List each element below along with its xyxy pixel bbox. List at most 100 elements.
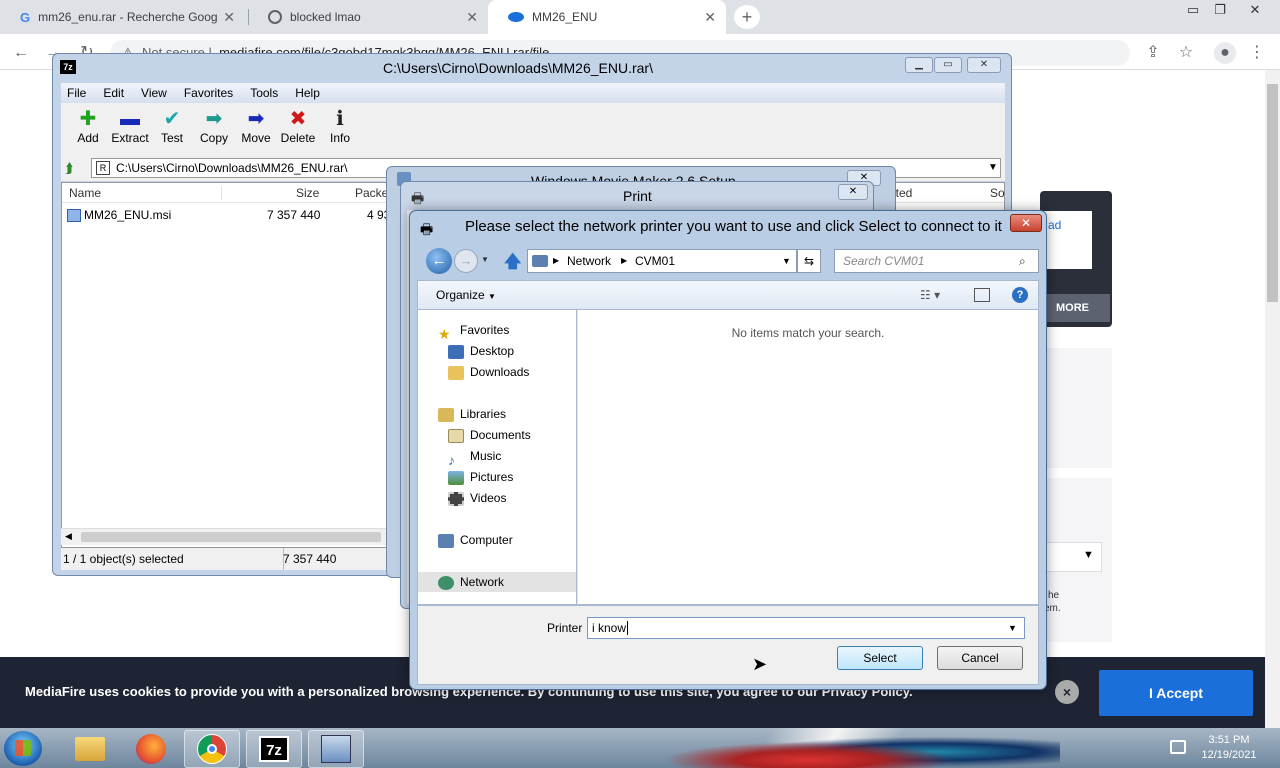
chrome-close-button[interactable]: ✕ bbox=[1238, 0, 1272, 22]
add-button[interactable]: ✚ Add bbox=[67, 103, 109, 155]
test-button[interactable]: ✔ Test bbox=[151, 103, 193, 155]
breadcrumb-cvm01[interactable]: CVM01 bbox=[635, 250, 675, 272]
forward-button[interactable]: → bbox=[454, 249, 478, 273]
cancel-button[interactable]: Cancel bbox=[937, 646, 1023, 670]
close-tab-icon[interactable]: ✕ bbox=[223, 9, 235, 26]
close-button[interactable]: ✕ bbox=[838, 184, 868, 200]
nav-label: Favorites bbox=[460, 323, 510, 337]
close-tab-icon[interactable]: ✕ bbox=[466, 9, 478, 26]
language-select[interactable]: ▼ bbox=[1046, 542, 1102, 572]
organize-button[interactable]: Organize ▼ bbox=[436, 281, 496, 311]
page-scrollbar-thumb[interactable] bbox=[1267, 84, 1278, 302]
menu-tools[interactable]: Tools bbox=[250, 86, 278, 100]
search-input[interactable]: Search CVM01 ⌕ bbox=[834, 249, 1039, 273]
maximize-button[interactable]: ▭ bbox=[934, 57, 962, 73]
clock-time: 3:51 PM bbox=[1208, 734, 1250, 746]
archive-icon: R bbox=[96, 161, 110, 175]
scroll-thumb[interactable] bbox=[81, 532, 381, 542]
help-icon[interactable]: ? bbox=[1012, 287, 1028, 303]
refresh-button[interactable]: ⇆ bbox=[797, 249, 821, 273]
menu-help[interactable]: Help bbox=[295, 86, 320, 100]
taskbar-7zip[interactable]: 7z bbox=[246, 730, 302, 768]
tab-blocked[interactable]: blocked lmao ✕ bbox=[248, 0, 488, 34]
menu-view[interactable]: View bbox=[141, 86, 167, 100]
chevron-down-icon: ▼ bbox=[1083, 549, 1094, 561]
menu-file[interactable]: File bbox=[67, 86, 86, 100]
preview-pane-icon[interactable] bbox=[974, 288, 990, 302]
nav-label: Downloads bbox=[470, 365, 530, 379]
tab-google-search[interactable]: G mm26_enu.rar - Recherche Goog ✕ bbox=[0, 0, 245, 34]
view-options-icon[interactable]: ☷ ▾ bbox=[920, 281, 940, 309]
menu-edit[interactable]: Edit bbox=[103, 86, 124, 100]
cookie-close-button[interactable]: × bbox=[1055, 680, 1079, 704]
copy-button[interactable]: ➡ Copy bbox=[193, 103, 235, 155]
nav-label: Music bbox=[470, 449, 502, 463]
music-note-icon: ♪ bbox=[448, 451, 455, 468]
share-icon[interactable]: ⇪ bbox=[1142, 42, 1164, 64]
nav-desktop[interactable]: Desktop bbox=[418, 341, 576, 361]
new-tab-button[interactable]: + bbox=[734, 5, 760, 29]
network-tray-icon[interactable] bbox=[1170, 740, 1186, 754]
close-button[interactable]: ✕ bbox=[1010, 214, 1042, 232]
back-button[interactable]: ← bbox=[426, 248, 452, 274]
select-button[interactable]: Select bbox=[837, 646, 923, 670]
nav-computer[interactable]: Computer bbox=[418, 530, 576, 550]
chevron-down-icon[interactable]: ▼ bbox=[1008, 618, 1017, 638]
side-link[interactable]: ad bbox=[1048, 218, 1061, 232]
breadcrumb-network[interactable]: Network bbox=[567, 250, 611, 272]
network-globe-icon bbox=[438, 575, 454, 590]
menu-favorites[interactable]: Favorites bbox=[184, 86, 233, 100]
close-button[interactable]: ✕ bbox=[967, 57, 1001, 73]
nav-favorites[interactable]: ★ Favorites bbox=[418, 320, 576, 342]
nav-pictures[interactable]: Pictures bbox=[418, 467, 576, 487]
move-button[interactable]: ➡ Move bbox=[235, 103, 277, 155]
more-button[interactable]: MORE bbox=[1040, 294, 1110, 322]
recent-pages-icon[interactable]: ▼ bbox=[481, 255, 489, 264]
taskbar-explorer[interactable] bbox=[62, 730, 118, 768]
system-clock[interactable]: 3:51 PM 12/19/2021 bbox=[1196, 733, 1262, 763]
bookmark-star-icon[interactable]: ☆ bbox=[1175, 42, 1197, 64]
taskbar-setup[interactable] bbox=[308, 730, 364, 768]
chevron-down-icon[interactable]: ▼ bbox=[782, 250, 791, 272]
breadcrumb[interactable]: ▶ Network ▶ CVM01 ▼ bbox=[527, 249, 797, 273]
taskbar-firefox[interactable] bbox=[123, 730, 179, 768]
nav-label: Pictures bbox=[470, 470, 514, 484]
table-row[interactable]: MM26_ENU.msi bbox=[67, 207, 171, 223]
minimize-button[interactable]: ▁ bbox=[905, 57, 933, 73]
chrome-menu-icon[interactable]: ⋮ bbox=[1246, 42, 1268, 64]
nav-libraries[interactable]: Libraries bbox=[418, 404, 576, 424]
printer-input[interactable]: i know ▼ bbox=[587, 617, 1025, 639]
dialog-title: Please select the network printer you wa… bbox=[465, 218, 1002, 235]
back-arrow-icon[interactable]: ← bbox=[10, 42, 32, 64]
horizontal-scrollbar[interactable]: ◀ bbox=[61, 528, 391, 545]
start-button[interactable] bbox=[4, 731, 42, 766]
nav-downloads[interactable]: Downloads bbox=[418, 362, 576, 382]
col-name[interactable]: Name bbox=[69, 184, 101, 202]
col-divider bbox=[221, 186, 222, 200]
col-size[interactable]: Size bbox=[296, 184, 319, 202]
nav-music[interactable]: ♪ Music bbox=[418, 446, 576, 468]
scroll-left-icon[interactable]: ◀ bbox=[65, 531, 72, 542]
folder-up-icon[interactable]: ⮭ bbox=[65, 160, 73, 177]
side-content-box bbox=[1040, 348, 1112, 468]
close-tab-icon[interactable]: ✕ bbox=[704, 9, 716, 26]
delete-button[interactable]: ✖ Delete bbox=[277, 103, 319, 155]
tab-mediafire[interactable]: MM26_ENU ✕ bbox=[488, 0, 726, 34]
nav-network[interactable]: Network bbox=[418, 572, 576, 592]
col-packed[interactable]: Packe bbox=[355, 184, 388, 202]
accept-cookies-button[interactable]: I Accept bbox=[1099, 670, 1253, 716]
col-solid[interactable]: So bbox=[990, 184, 1005, 202]
taskbar-chrome[interactable] bbox=[184, 730, 240, 768]
chrome-icon bbox=[197, 734, 227, 764]
info-button[interactable]: ℹ Info bbox=[319, 103, 361, 155]
extract-button[interactable]: ▬ Extract bbox=[109, 103, 151, 155]
nav-videos[interactable]: Videos bbox=[418, 488, 576, 508]
cancel-label: Cancel bbox=[961, 651, 999, 665]
nav-documents[interactable]: Documents bbox=[418, 425, 576, 445]
google-g-icon: G bbox=[20, 9, 31, 25]
chevron-down-icon[interactable]: ▼ bbox=[988, 159, 998, 177]
profile-avatar-icon[interactable]: ● bbox=[1214, 42, 1236, 64]
clock-date: 12/19/2021 bbox=[1201, 749, 1257, 761]
up-arrow-icon[interactable]: 🡅 bbox=[504, 249, 521, 278]
chrome-restore-button[interactable]: ❐ bbox=[1203, 0, 1237, 22]
